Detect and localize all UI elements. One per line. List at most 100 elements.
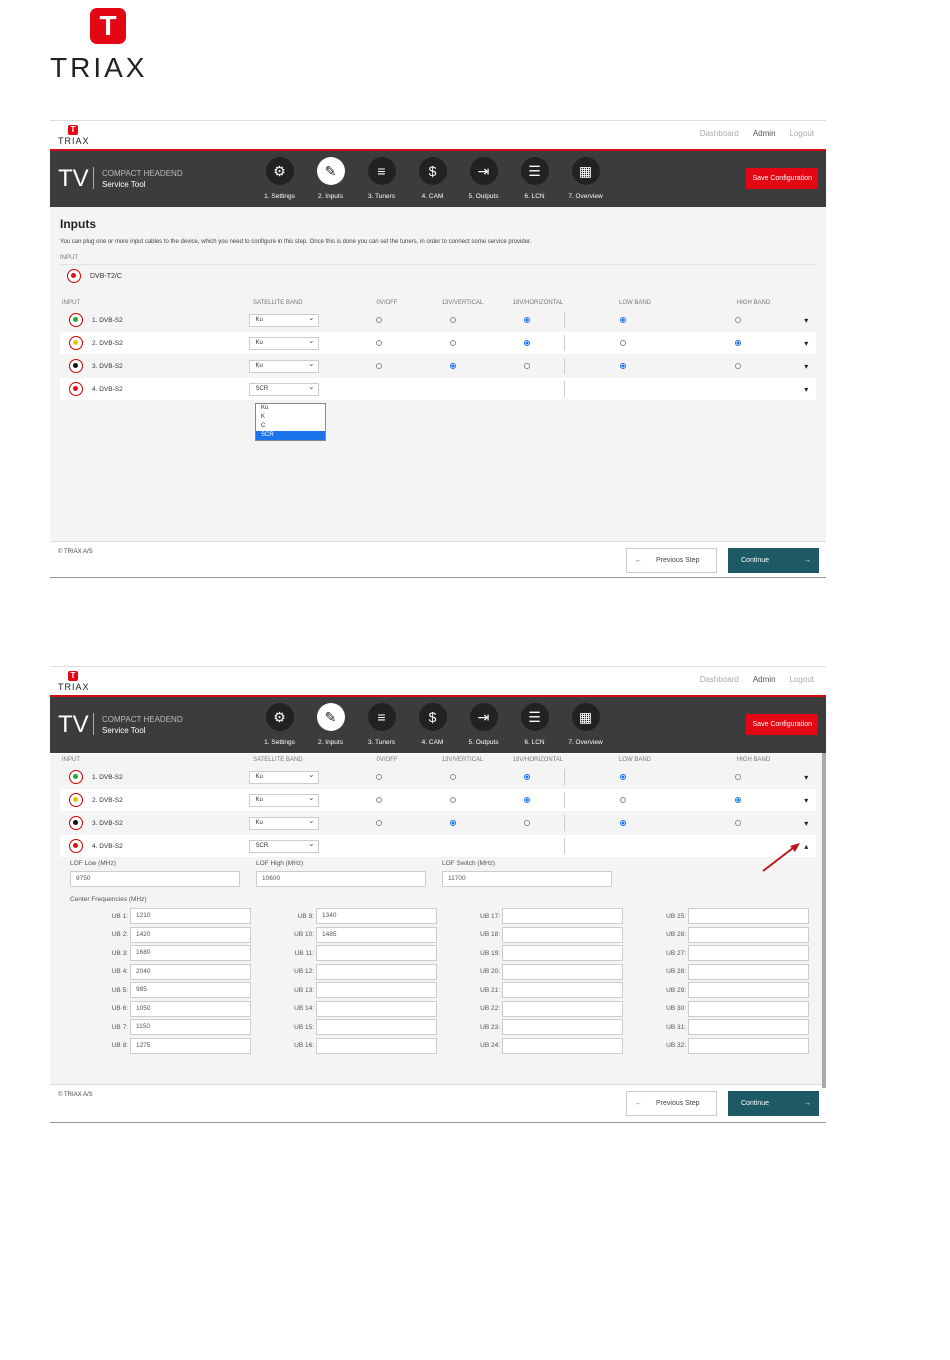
band-radio[interactable]	[619, 820, 626, 826]
ub-input[interactable]	[688, 1019, 809, 1035]
previous-step-button[interactable]: ← Previous Step	[626, 548, 717, 573]
dropdown-option[interactable]: C	[256, 422, 325, 431]
lof-switch-input[interactable]: 11700	[442, 871, 612, 887]
row-toggle[interactable]: ▾	[796, 362, 816, 371]
row-toggle[interactable]: ▾	[796, 796, 816, 805]
step-1[interactable]: ⚙ 1. Settings	[254, 157, 305, 200]
ub-input[interactable]	[316, 1037, 437, 1054]
satellite-band-select[interactable]: SCR	[248, 381, 319, 396]
ub-input[interactable]: 1680	[130, 945, 251, 961]
dropdown-option[interactable]: SCR	[256, 431, 325, 440]
step-2[interactable]: ✎ 2. Inputs	[305, 703, 356, 746]
satellite-band-select[interactable]: SCR	[248, 838, 319, 853]
row-toggle[interactable]: ▾	[796, 773, 816, 782]
ub-input[interactable]: 1340	[316, 908, 437, 924]
band-radio[interactable]	[735, 797, 742, 803]
ub-input[interactable]: 1050	[130, 1000, 251, 1017]
row-toggle[interactable]: ▾	[796, 316, 816, 325]
polarization-radio[interactable]	[523, 797, 530, 803]
scrollbar[interactable]	[822, 753, 826, 1088]
save-configuration-button[interactable]: Save Configuration	[746, 714, 818, 735]
continue-button[interactable]: Continue →	[728, 1091, 819, 1116]
ub-input[interactable]: 985	[130, 982, 251, 998]
polarization-radio[interactable]	[523, 363, 530, 369]
satellite-band-select[interactable]: Ku	[248, 358, 319, 373]
satellite-band-select[interactable]: Ku	[248, 792, 319, 807]
step-7[interactable]: ▦ 7. Overview	[560, 703, 611, 746]
ub-input[interactable]	[316, 1019, 437, 1035]
satellite-band-select[interactable]: Ku	[248, 312, 319, 327]
band-radio[interactable]	[735, 363, 742, 369]
satellite-band-select[interactable]: Ku	[248, 335, 319, 350]
ub-input[interactable]: 1150	[130, 1019, 251, 1035]
nav-link-dashboard[interactable]: Dashboard	[700, 129, 739, 138]
ub-input[interactable]	[688, 926, 809, 943]
polarization-radio[interactable]	[376, 340, 383, 346]
polarization-radio[interactable]	[450, 820, 457, 826]
polarization-radio[interactable]	[523, 774, 530, 780]
nav-link-logout[interactable]: Logout	[790, 675, 814, 684]
polarization-radio[interactable]	[450, 797, 457, 803]
ub-input[interactable]	[316, 1000, 437, 1017]
ub-input[interactable]	[502, 1019, 623, 1035]
ub-input[interactable]	[316, 963, 437, 980]
save-configuration-button[interactable]: Save Configuration	[746, 168, 818, 189]
polarization-radio[interactable]	[450, 340, 457, 346]
band-radio[interactable]	[619, 317, 626, 323]
step-2[interactable]: ✎ 2. Inputs	[305, 157, 356, 200]
row-toggle[interactable]: ▾	[796, 819, 816, 828]
polarization-radio[interactable]	[376, 774, 383, 780]
ub-input[interactable]	[688, 982, 809, 998]
ub-input[interactable]	[502, 963, 623, 980]
ub-input[interactable]	[316, 982, 437, 998]
polarization-radio[interactable]	[523, 340, 530, 346]
lof-low-input[interactable]: 9750	[70, 871, 240, 887]
ub-input[interactable]	[688, 1037, 809, 1054]
band-radio[interactable]	[735, 340, 742, 346]
ub-input[interactable]: 1210	[130, 908, 251, 924]
ub-input[interactable]	[688, 945, 809, 961]
satellite-band-select[interactable]: Ku	[248, 815, 319, 830]
band-radio[interactable]	[619, 774, 626, 780]
step-4[interactable]: $4. CAM	[407, 703, 458, 746]
band-radio[interactable]	[619, 797, 626, 803]
row-toggle[interactable]: ▾	[796, 339, 816, 348]
ub-input[interactable]	[688, 963, 809, 980]
nav-link-admin[interactable]: Admin	[753, 129, 776, 138]
polarization-radio[interactable]	[376, 363, 383, 369]
ub-input[interactable]	[502, 908, 623, 924]
lof-high-input[interactable]: 10600	[256, 871, 426, 887]
polarization-radio[interactable]	[376, 797, 383, 803]
step-6[interactable]: ☰ 6. LCN	[509, 703, 560, 746]
satellite-band-dropdown[interactable]: Ku K C SCR	[255, 403, 326, 441]
previous-step-button[interactable]: ← Previous Step	[626, 1091, 717, 1116]
step-5[interactable]: ⇥ 5. Outputs	[458, 157, 509, 200]
ub-input[interactable]	[502, 926, 623, 943]
nav-link-dashboard[interactable]: Dashboard	[700, 675, 739, 684]
band-radio[interactable]	[735, 820, 742, 826]
step-7[interactable]: ▦ 7. Overview	[560, 157, 611, 200]
ub-input[interactable]: 2040	[130, 963, 251, 980]
ub-input[interactable]: 1275	[130, 1037, 251, 1054]
band-radio[interactable]	[619, 340, 626, 346]
step-3[interactable]: ≡ 3. Tuners	[356, 157, 407, 200]
ub-input[interactable]	[502, 945, 623, 961]
polarization-radio[interactable]	[523, 820, 530, 826]
ub-input[interactable]	[316, 945, 437, 961]
band-radio[interactable]	[619, 363, 626, 369]
continue-button[interactable]: Continue →	[728, 548, 819, 573]
step-6[interactable]: ☰ 6. LCN	[509, 157, 560, 200]
step-3[interactable]: ≡ 3. Tuners	[356, 703, 407, 746]
ub-input[interactable]	[688, 1000, 809, 1017]
dropdown-option[interactable]: K	[256, 413, 325, 422]
step-4[interactable]: $4. CAM	[407, 157, 458, 200]
ub-input[interactable]: 1420	[130, 926, 251, 943]
row-toggle[interactable]: ▾	[796, 385, 816, 394]
polarization-radio[interactable]	[450, 363, 457, 369]
ub-input[interactable]	[502, 982, 623, 998]
polarization-radio[interactable]	[523, 317, 530, 323]
ub-input[interactable]: 1485	[316, 926, 437, 943]
ub-input[interactable]	[502, 1037, 623, 1054]
band-radio[interactable]	[735, 774, 742, 780]
dropdown-option[interactable]: Ku	[256, 404, 325, 413]
